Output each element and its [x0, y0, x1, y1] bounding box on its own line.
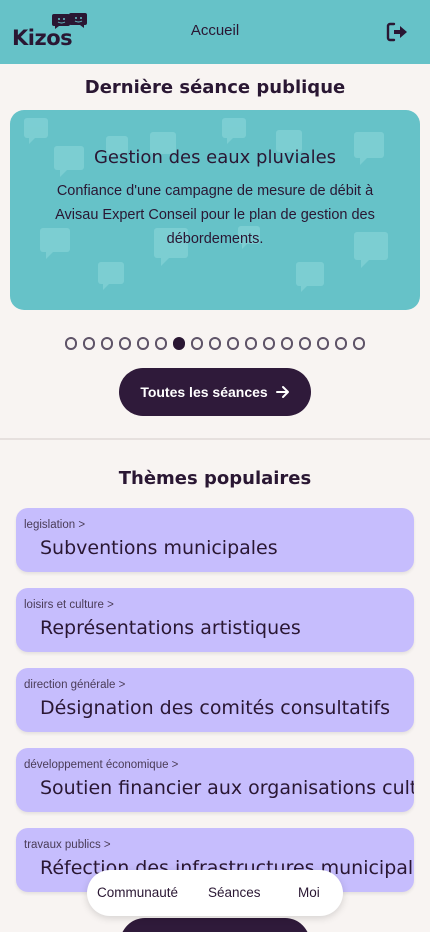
all-sessions-button[interactable]: Toutes les séances	[119, 368, 311, 416]
popular-themes-heading: Thèmes populaires	[118, 468, 312, 489]
theme-category: loisirs et culture >	[24, 599, 114, 611]
page-title: Accueil	[190, 22, 240, 39]
carousel-dot[interactable]	[226, 337, 240, 350]
session-description: Confiance d'une campagne de mesure de dé…	[55, 183, 375, 247]
session-card[interactable]: Gestion des eaux pluviales Confiance d'u…	[10, 110, 420, 310]
theme-name: Représentations artistiques	[40, 617, 301, 639]
carousel-dot[interactable]	[136, 337, 150, 350]
carousel-dot[interactable]	[118, 337, 132, 350]
theme-card[interactable]: legislation > Subventions municipales	[16, 508, 414, 572]
nav-item-community[interactable]: Communauté	[97, 885, 178, 900]
theme-card[interactable]: développement économique > Soutien finan…	[16, 748, 414, 812]
carousel-dot[interactable]	[208, 337, 222, 350]
top-bar: Kizos Accueil	[0, 0, 430, 64]
logout-icon[interactable]	[386, 22, 408, 42]
carousel-dot[interactable]	[316, 337, 330, 350]
carousel-dot[interactable]	[280, 337, 294, 350]
nav-item-sessions[interactable]: Séances	[208, 885, 261, 900]
last-session-heading: Dernière séance publique	[84, 77, 346, 98]
carousel-dot[interactable]	[352, 337, 366, 350]
theme-category: travaux publics >	[24, 839, 111, 851]
theme-category: legislation >	[24, 519, 86, 531]
carousel-dot[interactable]	[82, 337, 96, 350]
carousel-dot[interactable]	[298, 337, 312, 350]
carousel-dot[interactable]	[190, 337, 204, 350]
carousel-dot[interactable]	[262, 337, 276, 350]
carousel-dot[interactable]	[172, 337, 186, 350]
theme-name: Subventions municipales	[40, 537, 278, 559]
carousel-dot[interactable]	[154, 337, 168, 350]
carousel-dot[interactable]	[64, 337, 78, 350]
theme-name: Désignation des comités consultatifs	[40, 697, 391, 719]
theme-category: direction générale >	[24, 679, 126, 691]
bottom-action-button[interactable]	[120, 918, 310, 932]
theme-category: développement économique >	[24, 759, 179, 771]
all-sessions-label: Toutes les séances	[140, 384, 268, 400]
section-divider	[0, 438, 430, 440]
carousel-dots	[0, 337, 430, 351]
carousel-dot[interactable]	[334, 337, 348, 350]
theme-card[interactable]: loisirs et culture > Représentations art…	[16, 588, 414, 652]
carousel-dot[interactable]	[100, 337, 114, 350]
session-title: Gestion des eaux pluviales	[93, 147, 337, 168]
nav-item-me[interactable]: Moi	[298, 885, 320, 900]
carousel-dot[interactable]	[244, 337, 258, 350]
arrow-right-icon	[275, 386, 289, 398]
theme-card[interactable]: direction générale > Désignation des com…	[16, 668, 414, 732]
bottom-nav: Communauté Séances Moi	[87, 870, 343, 916]
theme-name: Soutien financier aux organisations cult…	[40, 777, 414, 799]
